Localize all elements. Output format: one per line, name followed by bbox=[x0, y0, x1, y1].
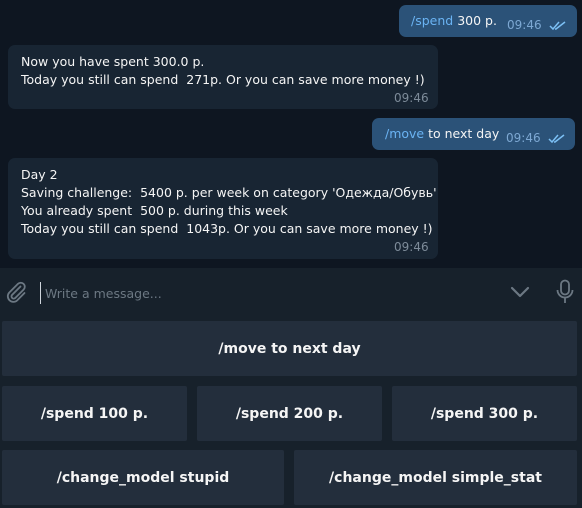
message-line: You already spent 500 р. during this wee… bbox=[21, 203, 288, 218]
message-time: 09:46 bbox=[394, 240, 429, 254]
keyboard-button-spend-100[interactable]: /spend 100 р. bbox=[2, 386, 187, 441]
message-line: Today you still can spend 271р. Or you c… bbox=[21, 72, 425, 87]
message-line: Day 2 bbox=[21, 167, 58, 182]
incoming-message[interactable]: Now you have spent 300.0 р. Today you st… bbox=[8, 45, 438, 109]
keyboard-button-model-stupid[interactable]: /change_model stupid bbox=[2, 450, 284, 505]
outgoing-message[interactable]: /move to next day 09:46 bbox=[372, 118, 575, 150]
keyboard-button-move-next-day[interactable]: /move to next day bbox=[2, 321, 577, 376]
chat-history: /spend 300 р. 09:46 Now you have spent 3… bbox=[0, 0, 582, 268]
message-composer bbox=[0, 268, 582, 316]
message-time: 09:46 bbox=[394, 91, 429, 105]
microphone-icon[interactable] bbox=[555, 279, 575, 305]
outgoing-message[interactable]: /spend 300 р. 09:46 bbox=[399, 5, 577, 37]
double-check-icon bbox=[548, 134, 565, 144]
paperclip-icon[interactable] bbox=[4, 280, 28, 304]
message-input[interactable] bbox=[40, 282, 487, 304]
message-line: Today you still can spend 1043р. Or you … bbox=[21, 221, 433, 236]
double-check-icon bbox=[549, 21, 566, 31]
message-line: Now you have spent 300.0 р. bbox=[21, 54, 205, 69]
keyboard-button-model-simple-stat[interactable]: /change_model simple_stat bbox=[294, 450, 577, 505]
message-body: 300 р. bbox=[453, 13, 497, 28]
message-body: to next day bbox=[424, 126, 500, 141]
command-link[interactable]: /spend bbox=[411, 13, 453, 28]
command-link[interactable]: /move bbox=[385, 126, 424, 141]
bot-keyboard: /move to next day /spend 100 р. /spend 2… bbox=[0, 316, 582, 508]
message-time: 09:46 bbox=[507, 18, 542, 32]
message-line: Saving challenge: 5400 р. per week on ca… bbox=[21, 185, 437, 200]
message-time: 09:46 bbox=[506, 131, 541, 145]
keyboard-button-spend-200[interactable]: /spend 200 р. bbox=[197, 386, 382, 441]
keyboard-button-spend-300[interactable]: /spend 300 р. bbox=[392, 386, 577, 441]
message-text: /spend 300 р. bbox=[411, 12, 497, 30]
message-text: /move to next day bbox=[385, 125, 499, 143]
incoming-message[interactable]: Day 2 Saving challenge: 5400 р. per week… bbox=[8, 158, 438, 259]
chevron-down-icon[interactable] bbox=[509, 282, 531, 302]
